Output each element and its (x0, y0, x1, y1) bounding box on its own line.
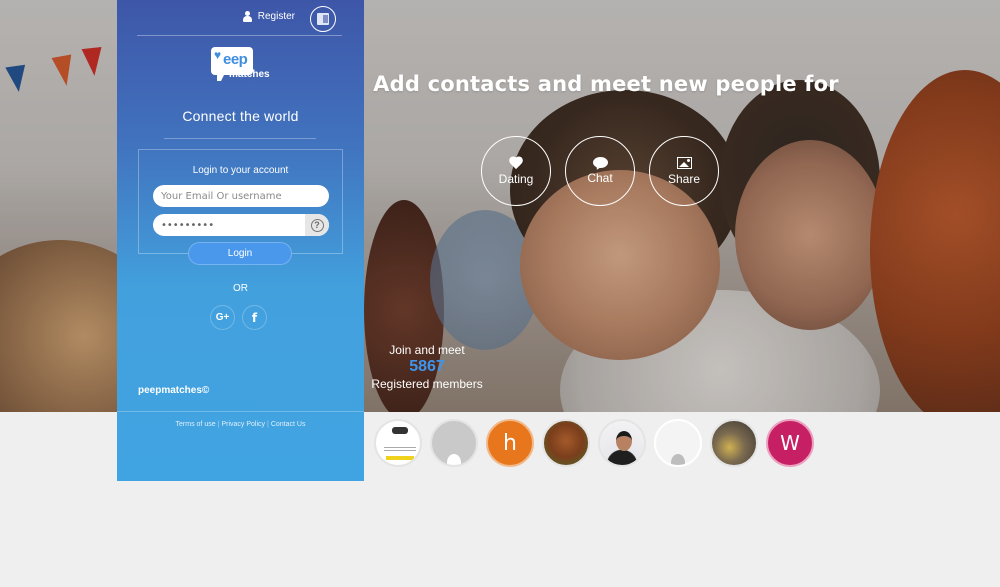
feature-label: Dating (498, 171, 534, 186)
login-form: Login to your account ? (138, 149, 343, 254)
avatar-image-detail (616, 431, 632, 451)
avatar-image-detail (386, 456, 414, 460)
separator: | (267, 421, 269, 428)
feature-chat[interactable]: Chat (565, 136, 635, 206)
member-avatar[interactable] (374, 419, 422, 467)
member-avatar[interactable] (430, 419, 478, 467)
members-strip: h W (374, 419, 814, 467)
member-stats: Join and meet 5867 Registered members (364, 343, 490, 391)
logo[interactable]: ♥ eep matches (211, 47, 271, 85)
image-icon (676, 156, 692, 169)
facebook-login-button[interactable]: f (242, 305, 267, 330)
language-button[interactable] (310, 6, 336, 32)
tagline: Connect the world (182, 108, 299, 124)
register-label: Register (257, 11, 295, 22)
member-count: 5867 (409, 358, 445, 375)
translate-icon (317, 13, 329, 25)
login-button[interactable]: Login (188, 242, 292, 265)
google-plus-login-button[interactable]: G+ (210, 305, 235, 330)
member-avatar[interactable]: h (486, 419, 534, 467)
forgot-password-button[interactable]: ? (305, 214, 329, 236)
google-plus-icon: G+ (215, 312, 230, 323)
avatar-image-detail (384, 447, 416, 451)
avatar-letter: W (780, 431, 800, 455)
members-label: Registered members (371, 377, 483, 391)
privacy-link[interactable]: Privacy Policy (221, 421, 265, 428)
terms-link[interactable]: Terms of use (176, 421, 216, 428)
join-text: Join and meet (389, 343, 465, 357)
hero-headline: Add contacts and meet new people for (373, 72, 839, 96)
copyright-brand: peepmatches© (138, 385, 210, 396)
chat-bubble-icon (592, 157, 608, 168)
avatar-image-detail (392, 427, 408, 434)
contact-link[interactable]: Contact Us (271, 421, 306, 428)
email-input[interactable] (153, 185, 329, 207)
register-link[interactable]: Register (242, 11, 295, 22)
member-avatar[interactable] (710, 419, 758, 467)
member-avatar[interactable]: W (766, 419, 814, 467)
login-title: Login to your account (192, 165, 289, 176)
logo-word-top: eep (223, 51, 248, 68)
feature-dating[interactable]: Dating (481, 136, 551, 206)
member-avatar[interactable] (654, 419, 702, 467)
feature-label: Share (667, 171, 701, 186)
question-circle-icon: ? (310, 218, 324, 232)
facebook-icon: f (251, 310, 258, 325)
divider (117, 411, 364, 412)
page: Register ♥ eep matches Connect the world… (0, 0, 1000, 587)
user-icon (242, 11, 252, 22)
logo-word-bottom: matches (229, 69, 270, 80)
or-separator: OR (233, 283, 248, 294)
divider (164, 138, 316, 139)
separator: | (217, 421, 220, 428)
member-avatar[interactable] (598, 419, 646, 467)
logo-bubble-tail (217, 73, 225, 81)
heart-logo-icon: ♥ (214, 48, 222, 62)
avatar-letter: h (503, 430, 517, 456)
password-input[interactable] (153, 214, 329, 236)
heart-icon (509, 157, 523, 169)
feature-share[interactable]: Share (649, 136, 719, 206)
login-panel: Register ♥ eep matches Connect the world… (117, 0, 364, 481)
member-avatar[interactable] (542, 419, 590, 467)
feature-label: Chat (587, 171, 613, 185)
top-bar: Register (137, 0, 342, 36)
footer-links: Terms of use | Privacy Policy | Contact Us (117, 421, 364, 428)
